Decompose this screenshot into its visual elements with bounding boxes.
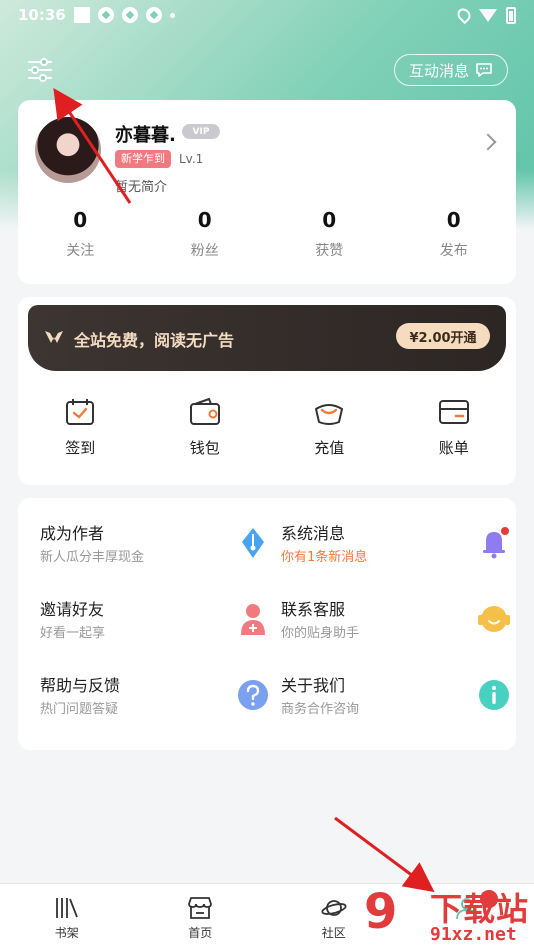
service-title: 邀请好友 xyxy=(40,600,105,619)
info-icon xyxy=(479,680,509,710)
quick-action-checkin[interactable]: 签到 xyxy=(18,397,143,458)
vip-badge-label: VIP xyxy=(192,126,210,137)
headset-icon xyxy=(478,606,510,632)
stat-label: 关注 xyxy=(66,243,95,259)
quick-action-label: 签到 xyxy=(65,439,96,457)
annotation-arrow-profile-tab xyxy=(334,816,435,893)
pen-nib-icon xyxy=(242,528,264,558)
notification-app-icon xyxy=(121,7,138,23)
notification-square-icon xyxy=(73,7,90,23)
stat-value: 0 xyxy=(197,208,212,232)
service-title: 帮助与反馈 xyxy=(40,676,121,695)
stat-following[interactable]: 0 关注 xyxy=(18,208,143,260)
stat-likes[interactable]: 0 获赞 xyxy=(267,208,392,260)
chevron-right-icon[interactable] xyxy=(479,133,497,151)
status-bar: 10:36 xyxy=(0,0,534,30)
services-card: 成为作者 新人瓜分丰厚现金 系统消息 你有1条新消息 邀请好友 好看一起享 联系… xyxy=(18,498,516,750)
service-invite-friends[interactable]: 邀请好友 好看一起享 xyxy=(40,596,270,656)
status-time: 10:36 xyxy=(18,6,66,24)
quick-action-wallet[interactable]: 钱包 xyxy=(143,397,268,458)
profile-stats: 0 关注 0 粉丝 0 获赞 0 发布 xyxy=(18,208,516,260)
vip-badge: VIP xyxy=(182,124,220,139)
sliders-icon xyxy=(28,58,52,82)
vip-open-button[interactable]: ¥2.00开通 xyxy=(396,323,490,349)
service-title: 成为作者 xyxy=(40,524,105,543)
stat-label: 粉丝 xyxy=(190,243,219,259)
person-add-icon xyxy=(241,604,265,635)
service-subtitle: 好看一起享 xyxy=(40,626,106,641)
service-subtitle: 新人瓜分丰厚现金 xyxy=(40,550,145,565)
question-icon xyxy=(238,680,268,710)
nav-home[interactable]: 首页 xyxy=(134,884,268,950)
wifi-icon xyxy=(479,8,497,22)
nickname: 亦暮暮. xyxy=(115,125,176,146)
watermark-nine: 9 xyxy=(364,884,398,940)
stat-value: 0 xyxy=(446,208,461,232)
nav-label: 社区 xyxy=(321,926,346,940)
vip-banner[interactable]: 全站免费，阅读无广告 ¥2.00开通 xyxy=(28,305,506,371)
service-title: 联系客服 xyxy=(281,600,346,619)
stat-value: 0 xyxy=(73,208,88,232)
watermark-domain: 91xz.net xyxy=(430,924,517,945)
notification-app-icon xyxy=(145,7,162,23)
stat-label: 发布 xyxy=(439,243,468,259)
vip-leaf-icon xyxy=(45,331,63,343)
stat-posts[interactable]: 0 发布 xyxy=(392,208,517,260)
bell-icon xyxy=(483,527,509,559)
service-title: 关于我们 xyxy=(281,676,346,695)
service-become-author[interactable]: 成为作者 新人瓜分丰厚现金 xyxy=(40,520,270,580)
more-notifications-dot-icon xyxy=(169,12,175,18)
planet-icon xyxy=(321,900,347,916)
quick-action-label: 账单 xyxy=(438,439,469,457)
quick-action-label: 充值 xyxy=(314,439,345,457)
unread-dot-icon xyxy=(501,527,509,535)
chat-bubble-icon xyxy=(476,63,492,77)
stat-label: 获赞 xyxy=(315,243,344,259)
vip-wallet-card: 全站免费，阅读无广告 ¥2.00开通 签到 钱包 充值 账单 xyxy=(18,297,516,485)
service-subtitle: 你的贴身助手 xyxy=(281,626,360,641)
user-level: Lv.1 xyxy=(179,152,204,166)
card-icon xyxy=(438,400,469,424)
user-tag: 新学乍到 xyxy=(115,150,171,168)
profile-card[interactable]: 亦暮暮. VIP 新学乍到 Lv.1 暂无简介 0 关注 0 粉丝 0 获赞 0… xyxy=(18,100,516,284)
quick-action-label: 钱包 xyxy=(189,439,220,457)
interaction-messages-label: 互动消息 xyxy=(408,61,469,80)
service-help-feedback[interactable]: 帮助与反馈 热门问题答疑 xyxy=(40,672,270,732)
nav-label: 书架 xyxy=(54,926,79,940)
notification-app-icon xyxy=(97,7,114,23)
avatar[interactable] xyxy=(35,117,101,183)
service-system-messages[interactable]: 系统消息 你有1条新消息 xyxy=(281,520,511,580)
service-title: 系统消息 xyxy=(281,524,346,543)
store-icon xyxy=(188,897,213,919)
service-contact-support[interactable]: 联系客服 你的贴身助手 xyxy=(281,596,511,656)
vip-banner-text: 全站免费，阅读无广告 xyxy=(74,331,235,350)
nav-bookshelf[interactable]: 书架 xyxy=(0,884,134,950)
location-icon xyxy=(454,5,474,25)
user-bio: 暂无简介 xyxy=(115,180,168,195)
calendar-check-icon xyxy=(66,399,95,425)
service-subtitle: 你有1条新消息 xyxy=(281,550,368,565)
wallet-icon xyxy=(189,397,220,425)
watermark-logo: 9 下载站 91xz.net xyxy=(364,884,534,950)
stat-followers[interactable]: 0 粉丝 xyxy=(143,208,268,260)
battery-icon xyxy=(506,6,516,24)
nav-label: 首页 xyxy=(188,926,213,940)
bookshelf-icon xyxy=(55,898,78,918)
service-about-us[interactable]: 关于我们 商务合作咨询 xyxy=(281,672,511,732)
stat-value: 0 xyxy=(322,208,337,232)
settings-sliders-button[interactable] xyxy=(26,56,54,84)
service-subtitle: 商务合作咨询 xyxy=(281,702,360,717)
quick-action-recharge[interactable]: 充值 xyxy=(267,397,392,458)
quick-actions: 签到 钱包 充值 账单 xyxy=(18,397,516,458)
service-subtitle: 热门问题答疑 xyxy=(40,702,119,717)
quick-action-bill[interactable]: 账单 xyxy=(392,397,517,458)
ingot-icon xyxy=(315,404,344,425)
interaction-messages-button[interactable]: 互动消息 xyxy=(394,54,508,86)
